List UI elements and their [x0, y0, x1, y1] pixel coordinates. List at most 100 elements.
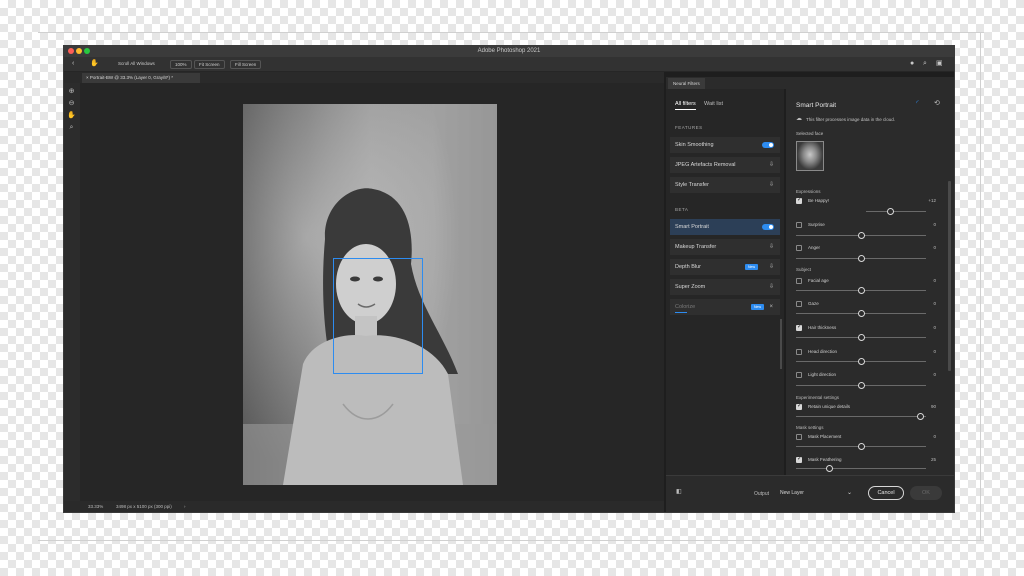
anger-slider[interactable] [796, 255, 926, 262]
facial-age-slider-thumb[interactable] [858, 287, 865, 294]
facial-age-slider[interactable] [796, 287, 926, 294]
be-happy-row[interactable]: Be Happy! +12 [796, 196, 936, 207]
mask-feathering-row[interactable]: Mask Feathering 25 [796, 455, 936, 466]
output-select[interactable]: New Layer ⌄ [776, 486, 854, 500]
filter-depth-blur[interactable]: Depth Blur New ⇩ [670, 259, 780, 275]
selected-face-thumbnail[interactable] [796, 141, 824, 171]
hair-thickness-checkbox[interactable] [796, 323, 802, 331]
gaze-row[interactable]: Gaze 0 [796, 300, 936, 310]
filter-makeup-transfer[interactable]: Makeup Transfer ⇩ [670, 239, 780, 255]
search-icon[interactable]: ⌕ [923, 60, 927, 68]
be-happy-value[interactable]: +12 [928, 198, 936, 203]
hand-tool-icon[interactable]: ✋ [67, 111, 76, 120]
retain-unique-details-checkbox[interactable] [796, 402, 802, 410]
filter-super-zoom[interactable]: Super Zoom ⇩ [670, 279, 780, 295]
mask-feathering-checkbox[interactable] [796, 455, 802, 463]
user-icon[interactable]: ● [910, 60, 914, 68]
mask-placement-checkbox[interactable] [796, 434, 802, 440]
be-happy-slider[interactable] [866, 208, 926, 215]
skin-smoothing-toggle[interactable] [762, 142, 774, 148]
light-direction-slider-thumb[interactable] [858, 382, 865, 389]
facial-age-value[interactable]: 0 [933, 278, 936, 283]
anger-checkbox[interactable] [796, 245, 802, 251]
hair-thickness-slider-thumb[interactable] [858, 334, 865, 341]
light-direction-checkbox[interactable] [796, 372, 802, 378]
retain-unique-details-value[interactable]: 90 [931, 404, 936, 409]
cancel-download-icon[interactable]: × [769, 299, 773, 315]
retain-unique-details-row[interactable]: Retain unique details 90 [796, 402, 936, 413]
reset-icon[interactable]: ⟲ [934, 99, 940, 107]
gaze-slider[interactable] [796, 310, 926, 317]
tab-all-filters[interactable]: All filters [675, 101, 696, 110]
cloud-download-icon[interactable]: ⇩ [769, 279, 774, 295]
surprise-slider-thumb[interactable] [858, 232, 865, 239]
cloud-download-icon[interactable]: ⇩ [769, 177, 774, 193]
anger-row[interactable]: Anger 0 [796, 244, 936, 254]
surprise-row[interactable]: Surprise 0 [796, 221, 936, 231]
surprise-checkbox[interactable] [796, 222, 802, 228]
zoom-100-button[interactable]: 100% [170, 60, 192, 69]
hair-thickness-row[interactable]: Hair thickness 0 [796, 323, 936, 334]
hair-thickness-slider[interactable] [796, 334, 926, 341]
ok-button[interactable]: OK [910, 486, 942, 500]
zoom-in-tool-icon[interactable]: ⊕ [67, 87, 76, 96]
retain-unique-details-slider-thumb[interactable] [916, 413, 924, 420]
facial-age-checkbox[interactable] [796, 278, 802, 284]
filter-smart-portrait[interactable]: Smart Portrait [670, 219, 780, 235]
anger-slider-thumb[interactable] [858, 255, 865, 262]
compare-icon[interactable]: ◧ [676, 488, 682, 495]
mask-feathering-value[interactable]: 25 [931, 457, 936, 462]
anger-value[interactable]: 0 [933, 245, 936, 250]
surprise-slider[interactable] [796, 232, 926, 239]
head-direction-value[interactable]: 0 [933, 349, 936, 354]
canvas-area[interactable] [80, 83, 664, 501]
face-detection-box[interactable] [333, 258, 423, 374]
head-direction-checkbox[interactable] [796, 349, 802, 355]
facial-age-row[interactable]: Facial age 0 [796, 277, 936, 287]
light-direction-value[interactable]: 0 [933, 372, 936, 377]
status-arrow-icon[interactable]: › [184, 501, 186, 512]
gaze-value[interactable]: 0 [933, 301, 936, 306]
scroll-all-windows-checkbox[interactable]: Scroll All Windows [118, 61, 155, 66]
mask-placement-value[interactable]: 0 [933, 434, 936, 439]
zoom-level[interactable]: 33.33% [88, 501, 103, 512]
neural-filters-tab[interactable]: Neural Filters [668, 78, 705, 89]
cloud-download-icon[interactable]: ⇩ [769, 259, 774, 275]
mask-placement-slider-thumb[interactable] [858, 443, 865, 450]
head-direction-slider-thumb[interactable] [858, 358, 865, 365]
filter-jpeg-artefacts-removal[interactable]: JPEG Artefacts Removal ⇩ [670, 157, 780, 173]
zoom-tool-icon[interactable]: ⌕ [67, 123, 76, 132]
head-direction-row[interactable]: Head direction 0 [796, 348, 936, 358]
mask-feathering-slider[interactable] [796, 465, 926, 472]
tab-wait-list[interactable]: Wait list [704, 101, 723, 107]
cloud-download-icon[interactable]: ⇩ [769, 239, 774, 255]
mask-feathering-slider-thumb[interactable] [825, 465, 833, 472]
surprise-value[interactable]: 0 [933, 222, 936, 227]
filter-style-transfer[interactable]: Style Transfer ⇩ [670, 177, 780, 193]
retain-unique-details-slider[interactable] [796, 413, 926, 420]
hand-tool-icon[interactable]: ✋ [90, 60, 99, 68]
light-direction-row[interactable]: Light direction 0 [796, 371, 936, 381]
filter-skin-smoothing[interactable]: Skin Smoothing [670, 137, 780, 153]
smart-portrait-toggle[interactable] [762, 224, 774, 230]
workspace-icon[interactable]: ▣ [936, 60, 943, 68]
zoom-out-tool-icon[interactable]: ⊖ [67, 99, 76, 108]
head-direction-slider[interactable] [796, 358, 926, 365]
filter-colorize[interactable]: Colorize New × [670, 299, 780, 315]
cloud-download-icon[interactable]: ⇩ [769, 157, 774, 173]
gaze-checkbox[interactable] [796, 301, 802, 307]
be-happy-slider-thumb[interactable] [887, 208, 894, 215]
fill-screen-button[interactable]: Fill Screen [230, 60, 262, 69]
settings-scrollbar[interactable] [948, 181, 951, 371]
light-direction-slider[interactable] [796, 382, 926, 389]
filters-scrollbar[interactable] [780, 319, 782, 369]
mask-placement-row[interactable]: Mask Placement 0 [796, 433, 936, 443]
fit-screen-button[interactable]: Fit Screen [194, 60, 225, 69]
document-tab[interactable]: × Portrait-BW @ 33.3% (Layer 0, Gray/8*)… [82, 73, 200, 83]
mask-placement-slider[interactable] [796, 443, 926, 450]
back-icon[interactable]: ‹ [72, 60, 74, 68]
cancel-button[interactable]: Cancel [868, 486, 904, 500]
gaze-slider-thumb[interactable] [858, 310, 865, 317]
hair-thickness-value[interactable]: 0 [933, 325, 936, 330]
be-happy-checkbox[interactable] [796, 196, 802, 204]
